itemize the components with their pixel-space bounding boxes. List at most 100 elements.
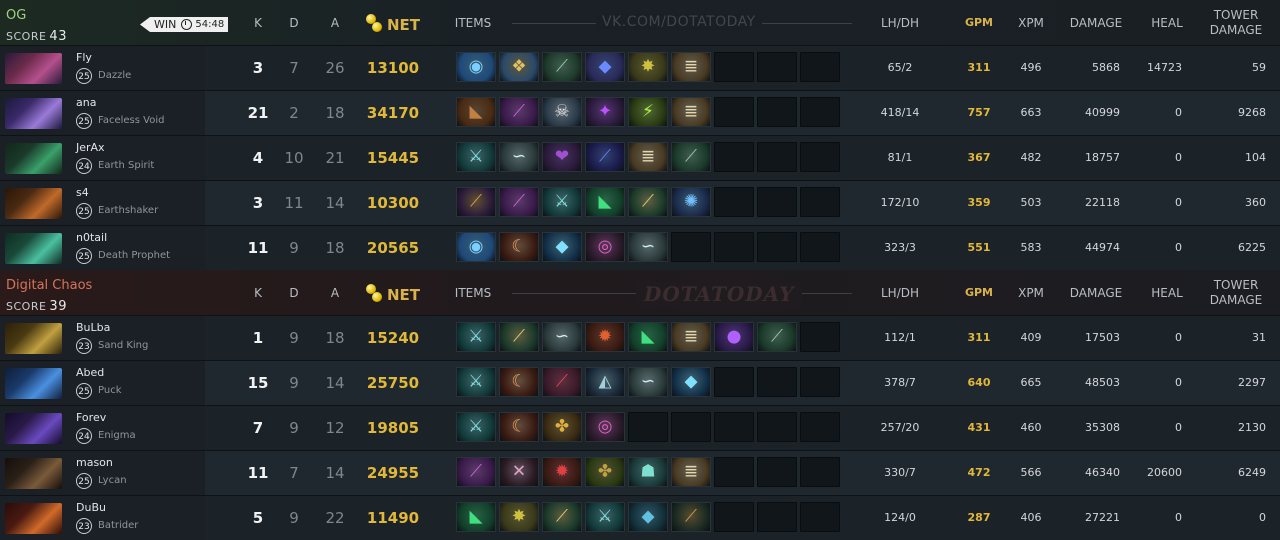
scroll-icon[interactable]: ≣ xyxy=(671,322,711,352)
boots-icon[interactable]: ◣ xyxy=(585,187,625,217)
boots-icon[interactable]: ◆ xyxy=(585,52,625,82)
axe-icon[interactable]: ⚔ xyxy=(585,502,625,532)
boots-icon[interactable]: ◣ xyxy=(456,97,496,127)
blade-icon[interactable]: ⟋ xyxy=(499,187,539,217)
dagger-icon[interactable]: ✦ xyxy=(585,97,625,127)
player-row[interactable]: n0tail 25 Death Prophet 11 9 18 20565 ◉ ☾ ◆ ◎ ∽ 323/… xyxy=(0,225,1280,270)
assists: 14 xyxy=(325,464,345,482)
wand-icon[interactable]: ⟋ xyxy=(757,322,797,352)
helm-glyph: ☗ xyxy=(640,461,656,482)
staff-glyph: ⟋ xyxy=(599,146,611,167)
player-name[interactable]: n0tail xyxy=(76,231,107,244)
empty-item-slot xyxy=(800,232,840,262)
staff-icon[interactable]: ⟋ xyxy=(499,322,539,352)
player-name[interactable]: Fly xyxy=(76,51,92,64)
claw-icon[interactable]: ☾ xyxy=(499,232,539,262)
staff-icon[interactable]: ⟋ xyxy=(542,502,582,532)
mask-icon[interactable]: ✹ xyxy=(585,322,625,352)
player-row[interactable]: DuBu 23 Batrider 5 9 22 11490 ◣ ✸ ⟋ ⚔ ◆ ⟋ 124/0 287 406… xyxy=(0,495,1280,540)
player-name[interactable]: Forev xyxy=(76,411,106,424)
axe-icon[interactable]: ⚔ xyxy=(456,322,496,352)
wind-icon[interactable]: ∽ xyxy=(499,142,539,172)
orb-icon[interactable]: ◎ xyxy=(585,232,625,262)
header-tower-line2: DAMAGE xyxy=(1209,293,1263,307)
hero-portrait[interactable] xyxy=(5,53,62,84)
potion-icon[interactable]: ● xyxy=(714,322,754,352)
player-row[interactable]: Fly 25 Dazzle 3 7 26 13100 ◉ ❖ ⟋ ◆ ✸ ≣ 65/2 311 496 5868… xyxy=(0,45,1280,90)
blade-icon[interactable]: ⟋ xyxy=(456,457,496,487)
orb-icon[interactable]: ✺ xyxy=(671,187,711,217)
orb-icon[interactable]: ◎ xyxy=(585,412,625,442)
hero-portrait[interactable] xyxy=(5,188,62,219)
hero-portrait[interactable] xyxy=(5,323,62,354)
stick-icon[interactable]: ⟋ xyxy=(456,187,496,217)
player-row[interactable]: s4 25 Earthshaker 3 11 14 10300 ⟋ ⟋ ⚔ ◣ ⟋ ✺ 172/10 359… xyxy=(0,180,1280,225)
shard-icon[interactable]: ◆ xyxy=(628,502,668,532)
staff-icon[interactable]: ⟋ xyxy=(628,187,668,217)
scroll-icon[interactable]: ≣ xyxy=(628,142,668,172)
claw-icon[interactable]: ☾ xyxy=(499,412,539,442)
wraith-icon[interactable]: ✸ xyxy=(628,52,668,82)
armor-icon[interactable]: ✤ xyxy=(585,457,625,487)
hero-portrait[interactable] xyxy=(5,503,62,534)
hero-portrait[interactable] xyxy=(5,98,62,129)
crystal-icon[interactable]: ◆ xyxy=(542,232,582,262)
claw-icon[interactable]: ☾ xyxy=(499,367,539,397)
wind-icon[interactable]: ∽ xyxy=(542,322,582,352)
wand-icon[interactable]: ⟋ xyxy=(671,142,711,172)
player-row[interactable]: BuLba 23 Sand King 1 9 18 15240 ⚔ ⟋ ∽ ✹ ◣ ≣ ● ⟋ 112/1 31… xyxy=(0,315,1280,360)
player-name[interactable]: JerAx xyxy=(76,141,105,154)
hero-portrait[interactable] xyxy=(5,143,62,174)
skull-icon[interactable]: ☠ xyxy=(542,97,582,127)
gold-icon xyxy=(372,22,382,32)
player-row[interactable]: Abed 25 Puck 15 9 14 25750 ⚔ ☾ ⟋ ◭ ∽ ◆ 378/7 640 665 485… xyxy=(0,360,1280,405)
wraith-icon[interactable]: ✸ xyxy=(499,502,539,532)
axe-icon[interactable]: ⚔ xyxy=(456,367,496,397)
header-kills: K xyxy=(254,286,262,300)
staff-icon[interactable]: ⟋ xyxy=(585,142,625,172)
helm-icon[interactable]: ☗ xyxy=(628,457,668,487)
blue-orb-icon[interactable]: ◉ xyxy=(456,232,496,262)
boots-icon[interactable]: ◣ xyxy=(456,502,496,532)
player-name[interactable]: mason xyxy=(76,456,113,469)
blade-icon[interactable]: ⟋ xyxy=(499,97,539,127)
hero-portrait[interactable] xyxy=(5,413,62,444)
axe-icon[interactable]: ⚔ xyxy=(456,142,496,172)
scroll-icon[interactable]: ≣ xyxy=(671,457,711,487)
staff-icon[interactable]: ⟋ xyxy=(542,52,582,82)
blue-orb-icon[interactable]: ◉ xyxy=(456,52,496,82)
player-name[interactable]: DuBu xyxy=(76,501,106,514)
player-name[interactable]: ana xyxy=(76,96,96,109)
blade-glyph: ⟋ xyxy=(470,461,482,482)
cleaver-icon[interactable]: ✕ xyxy=(499,457,539,487)
axe-icon[interactable]: ⚔ xyxy=(542,187,582,217)
shield-icon[interactable]: ◭ xyxy=(585,367,625,397)
blade-icon[interactable]: ⟋ xyxy=(542,367,582,397)
player-row[interactable]: Forev 24 Enigma 7 9 12 19805 ⚔ ☾ ✤ ◎ 257/20 431 460 35… xyxy=(0,405,1280,450)
scroll-icon[interactable]: ≣ xyxy=(671,97,711,127)
crystal-icon[interactable]: ◆ xyxy=(671,367,711,397)
claw-icon[interactable]: ⚡ xyxy=(628,97,668,127)
wind-icon[interactable]: ∽ xyxy=(628,367,668,397)
player-row[interactable]: ana 25 Faceless Void 21 2 18 34170 ◣ ⟋ ☠ ✦ ⚡ ≣ 418/14… xyxy=(0,90,1280,135)
boots-icon[interactable]: ◣ xyxy=(628,322,668,352)
scroll-icon[interactable]: ≣ xyxy=(671,52,711,82)
gem-icon[interactable]: ❖ xyxy=(499,52,539,82)
mask-icon[interactable]: ✹ xyxy=(542,457,582,487)
player-name[interactable]: BuLba xyxy=(76,321,110,334)
player-name[interactable]: s4 xyxy=(76,186,89,199)
empty-item-slot xyxy=(714,142,754,172)
player-row[interactable]: JerAx 24 Earth Spirit 4 10 21 15445 ⚔ ∽ ❤ ⟋ ≣ ⟋ 81/1 3… xyxy=(0,135,1280,180)
hero-portrait[interactable] xyxy=(5,233,62,264)
axe-icon[interactable]: ⚔ xyxy=(456,412,496,442)
hero-portrait[interactable] xyxy=(5,458,62,489)
wind-icon[interactable]: ∽ xyxy=(628,232,668,262)
player-row[interactable]: mason 25 Lycan 11 7 14 24955 ⟋ ✕ ✹ ✤ ☗ ≣ 330/7 472 566 4… xyxy=(0,450,1280,495)
bow-icon[interactable]: ⟋ xyxy=(671,502,711,532)
heart-icon[interactable]: ❤ xyxy=(542,142,582,172)
armor-icon[interactable]: ✤ xyxy=(542,412,582,442)
assists: 26 xyxy=(325,59,345,77)
player-name[interactable]: Abed xyxy=(76,366,104,379)
last-hits-denies: 65/2 xyxy=(887,61,913,74)
hero-portrait[interactable] xyxy=(5,368,62,399)
